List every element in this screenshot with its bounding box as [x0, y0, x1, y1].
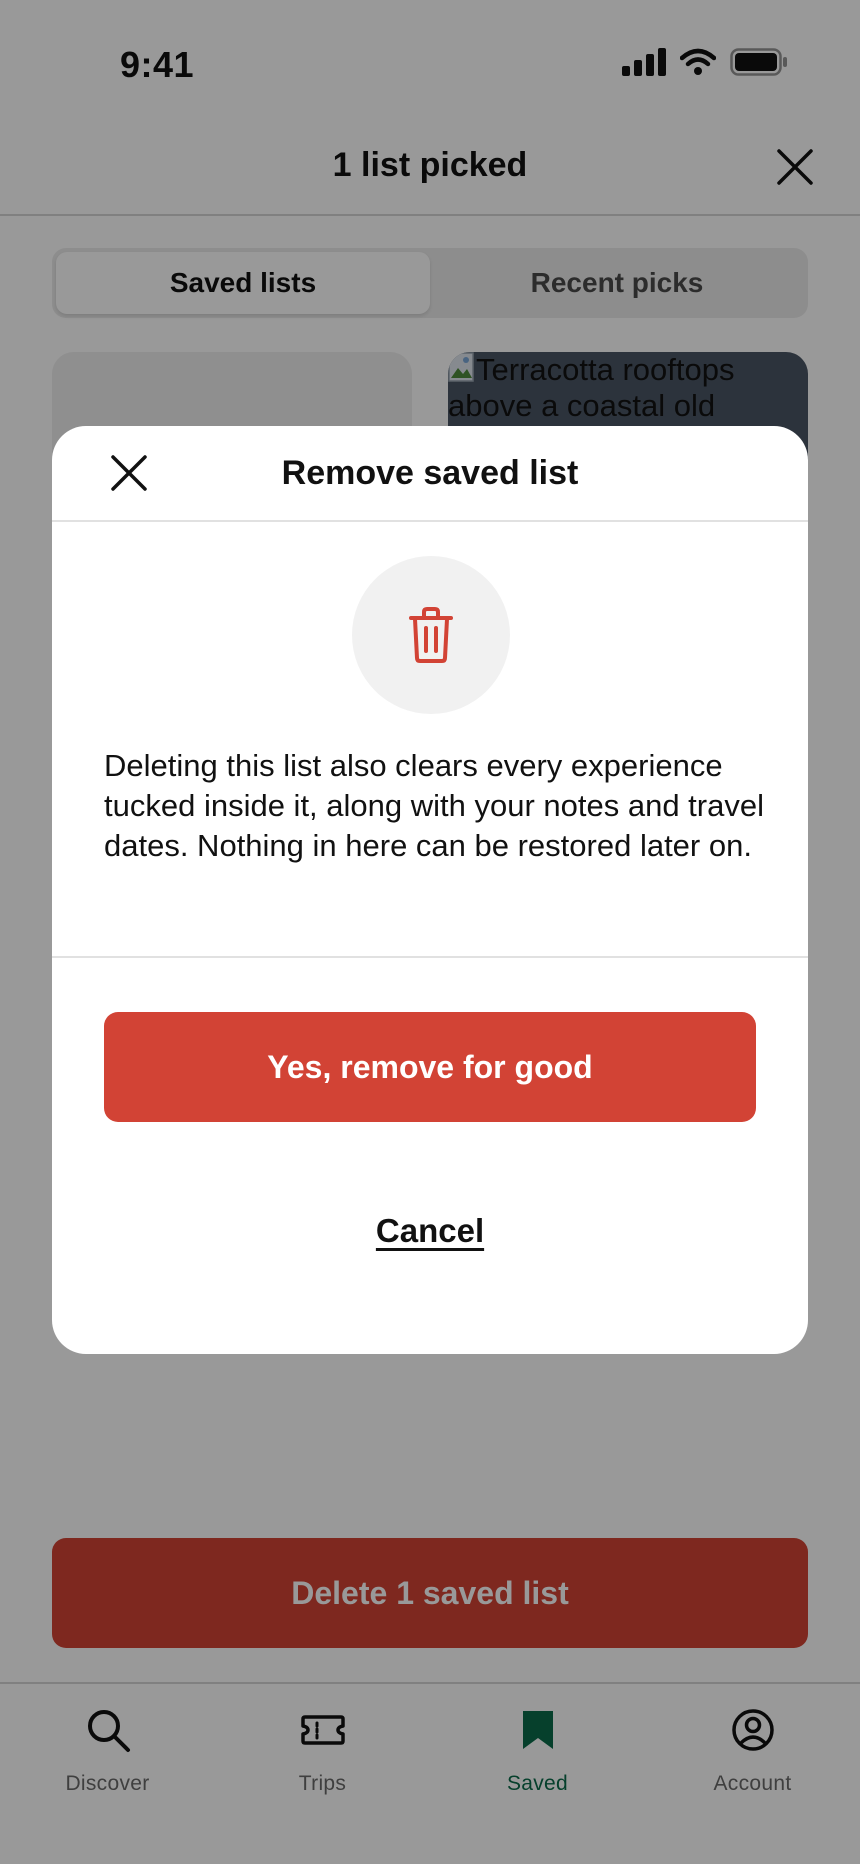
dialog-message: Deleting this list also clears every exp… — [104, 748, 764, 863]
dialog-header: Remove saved list — [52, 426, 808, 522]
remove-list-dialog: Remove saved list Deleting this list als… — [52, 426, 808, 1354]
confirm-remove-button[interactable]: Yes, remove for good — [104, 1012, 756, 1122]
trash-icon — [409, 607, 453, 663]
trash-icon-badge — [352, 556, 510, 714]
dialog-title: Remove saved list — [281, 454, 579, 492]
cancel-button[interactable]: Cancel — [52, 1212, 808, 1250]
dialog-divider — [52, 956, 808, 958]
